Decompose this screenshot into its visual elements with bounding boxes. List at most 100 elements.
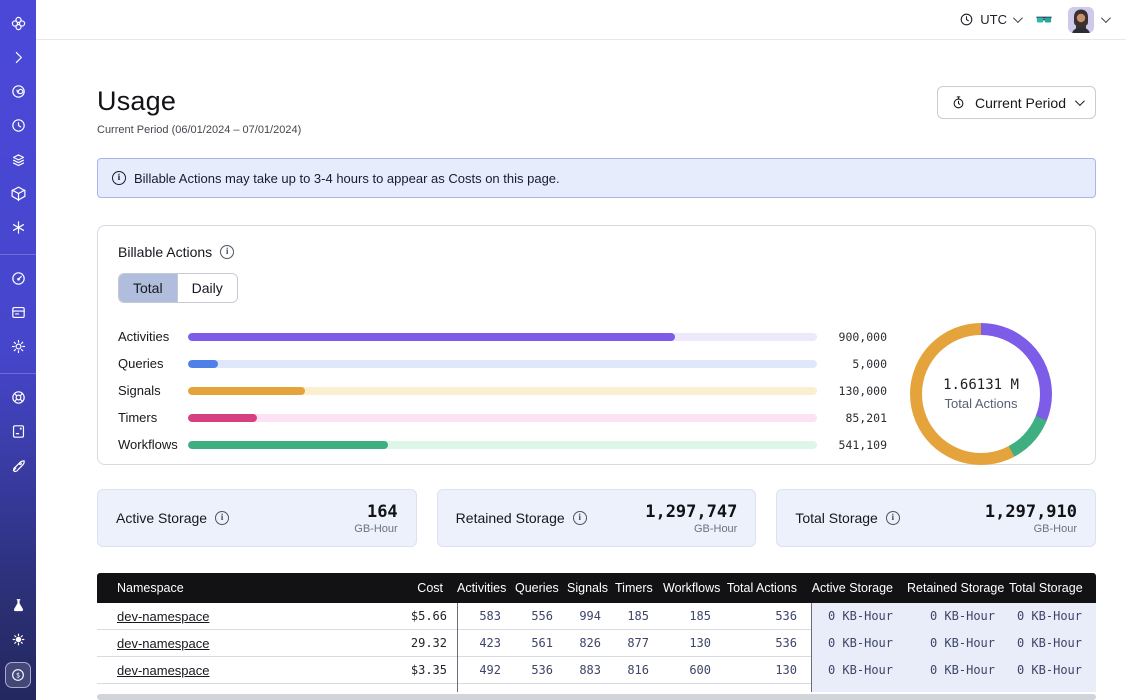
cell-signals: 883 — [567, 657, 615, 684]
chevron-down-icon — [1101, 13, 1111, 23]
cell-activities: 423 — [457, 630, 515, 657]
col-cost: Cost — [400, 581, 457, 595]
cell-total-storage: 0 KB-Hour — [1009, 657, 1096, 684]
table-row: dev-namespace 29.32 423 561 826 877 130 … — [97, 630, 1096, 657]
col-total-storage: Total Storage — [1009, 581, 1096, 595]
timezone-selector[interactable]: UTC — [959, 12, 1020, 27]
info-icon[interactable]: i — [573, 511, 587, 525]
total-actions-value: 1.66131 M — [943, 377, 1019, 393]
svg-text:$: $ — [16, 671, 20, 679]
flask-icon[interactable] — [5, 592, 31, 618]
cell-retained-storage: 0 KB-Hour — [907, 657, 1009, 684]
cell-timers: 185 — [615, 603, 663, 630]
bar-row-timers: Timers 85,201 — [118, 404, 887, 431]
cell-signals: 994 — [567, 603, 615, 630]
banner-text: Billable Actions may take up to 3-4 hour… — [134, 171, 560, 186]
table-row: dev-namespace $5.66 583 556 994 185 185 … — [97, 603, 1096, 630]
chevron-down-icon — [1013, 13, 1023, 23]
storage-value: 164 — [354, 502, 397, 522]
lifebuoy-icon[interactable] — [5, 384, 31, 410]
clock-history-icon[interactable] — [5, 112, 31, 138]
cell-retained-storage: 0 KB-Hour — [907, 603, 1009, 630]
bar-label: Signals — [118, 383, 188, 398]
chevron-right-icon[interactable] — [5, 44, 31, 70]
content-column: UTC Usage Current Period (06/01/2024 – 0… — [36, 0, 1126, 700]
cell-active-storage: 0 KB-Hour — [811, 603, 907, 630]
info-banner: i Billable Actions may take up to 3-4 ho… — [97, 158, 1096, 198]
storage-label: Total Storage — [795, 510, 878, 526]
asterisk-icon[interactable] — [5, 214, 31, 240]
title-block: Usage Current Period (06/01/2024 – 07/01… — [97, 86, 301, 136]
col-activities: Activities — [457, 581, 515, 595]
cell-queries: 561 — [515, 630, 567, 657]
cell-total-storage: 0 KB-Hour — [1009, 603, 1096, 630]
info-icon[interactable]: i — [215, 511, 229, 525]
cube-icon[interactable] — [5, 180, 31, 206]
col-namespace: Namespace — [97, 581, 400, 595]
bar-track — [188, 360, 817, 368]
bar-track — [188, 441, 817, 449]
sun-icon[interactable] — [5, 626, 31, 652]
cell-total-actions: 536 — [725, 630, 811, 657]
active-storage-card: Active Storage i 164 GB-Hour — [97, 489, 417, 547]
gauge-icon[interactable] — [5, 265, 31, 291]
sidebar-divider — [0, 373, 36, 374]
cell-active-storage: 0 KB-Hour — [811, 657, 907, 684]
bar-track — [188, 414, 817, 422]
bar-row-queries: Queries 5,000 — [118, 350, 887, 377]
main-content: Usage Current Period (06/01/2024 – 07/01… — [36, 40, 1126, 700]
donut-center: 1.66131 M Total Actions — [922, 335, 1040, 453]
page-title: Usage — [97, 86, 301, 117]
user-menu[interactable] — [1068, 7, 1108, 33]
cell-total-actions: 130 — [725, 657, 811, 684]
timezone-label: UTC — [980, 12, 1007, 27]
bar-label: Timers — [118, 410, 188, 425]
bar-fill — [188, 387, 305, 395]
sidebar-divider — [0, 254, 36, 255]
storage-label: Active Storage — [116, 510, 207, 526]
tab-daily[interactable]: Daily — [177, 274, 237, 302]
browser-window-icon[interactable] — [5, 299, 31, 325]
bar-track — [188, 387, 817, 395]
bar-label: Queries — [118, 356, 188, 371]
storage-unit: GB-Hour — [985, 523, 1077, 535]
layers-icon[interactable] — [5, 146, 31, 172]
gear-icon[interactable] — [5, 333, 31, 359]
bar-row-activities: Activities 900,000 — [118, 323, 887, 350]
col-signals: Signals — [567, 581, 615, 595]
cell-activities: 583 — [457, 603, 515, 630]
table-scrollbar[interactable] — [97, 694, 1096, 700]
storage-unit: GB-Hour — [354, 523, 397, 535]
namespace-link[interactable]: dev-namespace — [117, 663, 210, 678]
col-retained-storage: Retained Storage — [907, 581, 1009, 595]
bar-value: 900,000 — [825, 330, 887, 344]
temporal-logo-icon — [5, 10, 31, 36]
swirl-icon[interactable] — [5, 78, 31, 104]
info-icon[interactable]: i — [220, 245, 234, 259]
info-icon[interactable]: i — [886, 511, 900, 525]
storage-unit: GB-Hour — [645, 523, 737, 535]
bar-chart: Activities 900,000 Queries 5,000 Signals — [118, 323, 887, 465]
donut-ring: 1.66131 M Total Actions — [910, 323, 1052, 465]
namespace-link[interactable]: dev-namespace — [117, 609, 210, 624]
dollar-coin-icon[interactable]: $ — [5, 662, 31, 688]
bar-value: 85,201 — [825, 411, 887, 425]
app-shell: $ UTC Usage — [0, 0, 1126, 700]
cell-timers: 877 — [615, 630, 663, 657]
cell-cost: $3.35 — [400, 657, 457, 684]
cell-cost: 29.32 — [400, 630, 457, 657]
bar-value: 5,000 — [825, 357, 887, 371]
total-storage-card: Total Storage i 1,297,910 GB-Hour — [776, 489, 1096, 547]
col-active-storage: Active Storage — [811, 581, 907, 595]
card-header: Billable Actions i — [118, 244, 1075, 260]
rocket-icon[interactable] — [5, 452, 31, 478]
tab-total[interactable]: Total — [119, 274, 177, 302]
glasses-icon[interactable] — [1034, 10, 1054, 30]
namespace-link[interactable]: dev-namespace — [117, 636, 210, 651]
current-period-button[interactable]: Current Period — [937, 86, 1096, 119]
bar-fill — [188, 441, 388, 449]
bar-label: Workflows — [118, 437, 188, 452]
col-total-actions: Total Actions — [725, 581, 811, 595]
bar-fill — [188, 333, 675, 341]
notebook-icon[interactable] — [5, 418, 31, 444]
